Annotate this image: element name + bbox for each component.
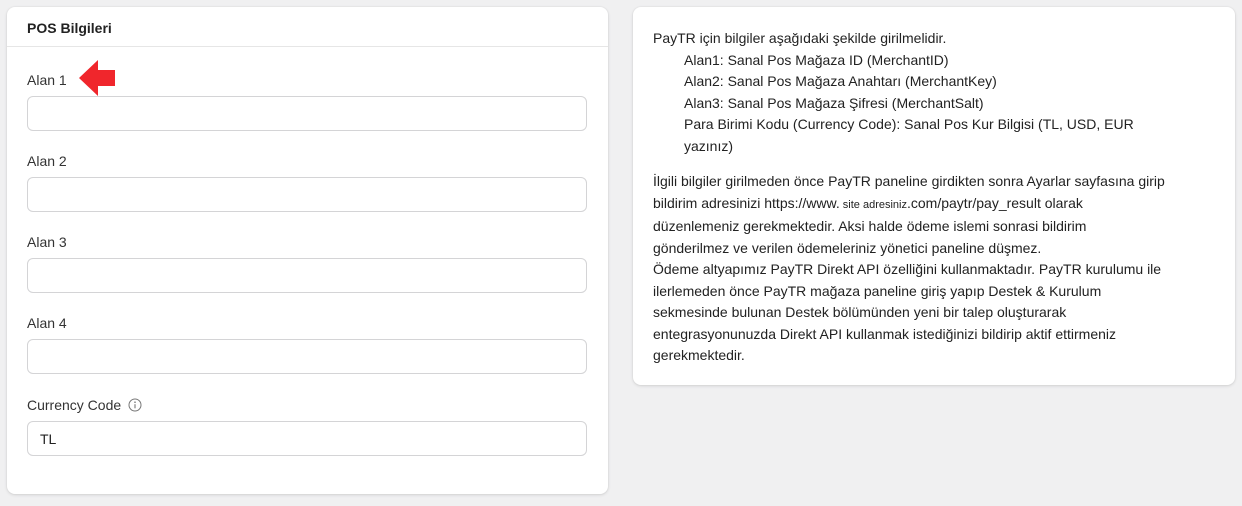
info-paragraph-line: gerekmektedir. (653, 347, 745, 363)
info-paragraph-line: gönderilmez ve verilen ödemeleriniz yöne… (653, 239, 1042, 256)
info-paragraph-line: düzenlemeniz gerekmektedir. Aksi halde ö… (653, 218, 1087, 234)
info-paragraph-line: entegrasyonunuzda Direkt API kullanmak i… (653, 325, 1116, 342)
info-paragraph-line: sekmesinde bulunan Destek bölümünden yen… (653, 304, 1067, 320)
info-item: Alan2: Sanal Pos Mağaza Anahtarı (Mercha… (684, 73, 997, 89)
alan-2-input[interactable] (27, 177, 587, 212)
field-label: Alan 2 (27, 153, 67, 169)
text-segment-small: site adresiniz (839, 198, 907, 211)
field-label: Currency Code (27, 397, 122, 413)
info-intro: PayTR için bilgiler aşağıdaki şekilde gi… (653, 30, 947, 46)
info-circle-icon[interactable] (128, 398, 142, 412)
info-item: Alan1: Sanal Pos Mağaza ID (MerchantID) (684, 51, 949, 68)
field-currency-code: Currency Code (27, 396, 587, 456)
info-item: yazınız) (684, 137, 734, 154)
alan-3-input[interactable] (27, 258, 587, 293)
text-segment: .com/paytr/pay_result olarak (907, 194, 1083, 211)
text-segment: bildirim adresinizi https://www. (653, 194, 840, 211)
field-alan-3: Alan 3 (27, 233, 587, 293)
info-item: Para Birimi Kodu (Currency Code): Sanal … (684, 116, 1134, 132)
info-paragraph-line: bildirim adresinizi https://www. site ad… (653, 193, 1218, 217)
field-label: Alan 3 (27, 234, 67, 250)
info-text: PayTR için bilgiler aşağıdaki şekilde gi… (653, 28, 1218, 367)
info-paragraph-line: ilerlemeden önce PayTR mağaza paneline g… (653, 282, 1102, 299)
alan-4-input[interactable] (27, 339, 587, 374)
info-paragraph-line: Ödeme altyapımız PayTR Direkt API özelli… (653, 261, 1162, 277)
info-card: PayTR için bilgiler aşağıdaki şekilde gi… (633, 7, 1235, 385)
field-alan-2: Alan 2 (27, 152, 587, 212)
info-item: Alan3: Sanal Pos Mağaza Şifresi (Merchan… (684, 94, 984, 111)
field-label-row: Currency Code (27, 396, 587, 414)
field-alan-4: Alan 4 (27, 314, 587, 374)
field-label: Alan 4 (27, 315, 67, 331)
alan-1-input[interactable] (27, 96, 587, 131)
currency-code-input[interactable] (27, 421, 587, 456)
pos-card-title: POS Bilgileri (7, 7, 608, 47)
info-paragraph-line: İlgili bilgiler girilmeden önce PayTR pa… (653, 173, 1165, 189)
pos-settings-card: POS Bilgileri Alan 1 Alan 2 Alan 3 Alan … (7, 7, 608, 494)
red-arrow-icon (79, 60, 115, 96)
